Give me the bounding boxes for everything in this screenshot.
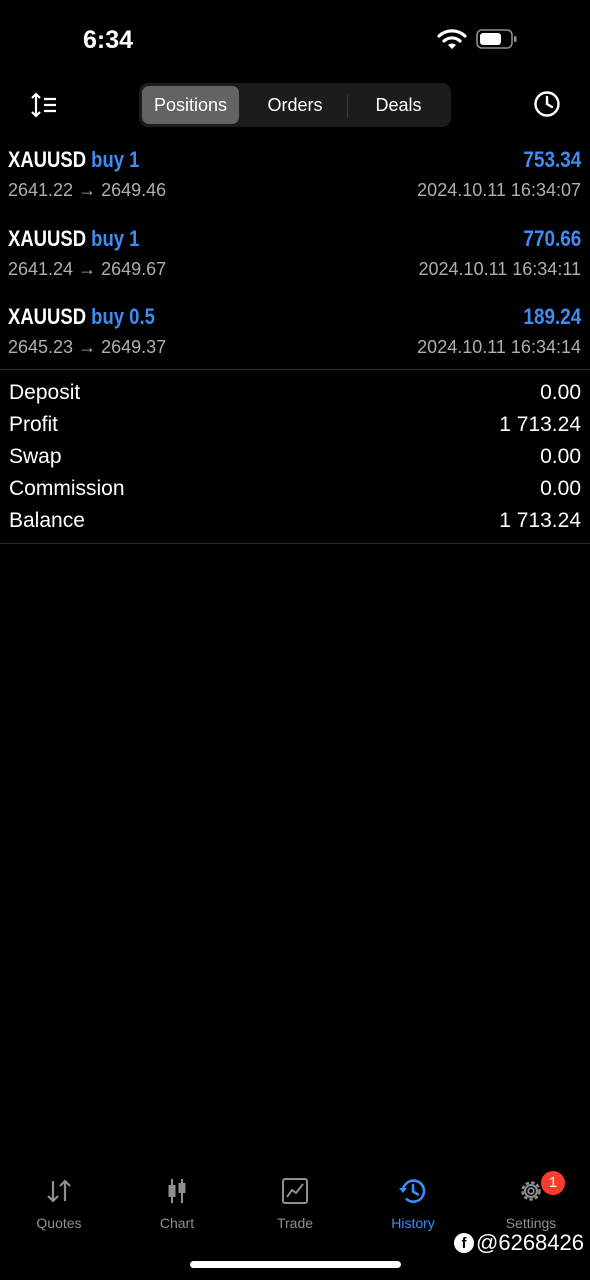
position-profit: 770.66 <box>523 226 581 251</box>
tab-trade[interactable]: Trade <box>236 1168 354 1238</box>
summary-value: 1 713.24 <box>499 509 581 532</box>
top-bar: Positions Orders Deals <box>0 80 590 130</box>
summary-value: 0.00 <box>540 477 581 500</box>
position-direction: buy 0.5 <box>91 304 155 329</box>
summary-label: Profit <box>9 413 59 436</box>
position-row[interactable]: XAUUSD buy 0.5 189.24 2645.23 → 2649.37 … <box>0 297 590 375</box>
position-profit: 753.34 <box>523 147 581 172</box>
position-profit: 189.24 <box>523 304 581 329</box>
position-symbol: XAUUSD <box>8 147 87 172</box>
tab-label: Chart <box>159 1215 195 1231</box>
quotes-icon <box>47 1179 71 1203</box>
clock-icon[interactable] <box>533 90 561 118</box>
segment-orders[interactable]: Orders <box>245 86 345 124</box>
position-title: XAUUSD buy 1 <box>8 147 139 173</box>
history-summary: Deposit 0.00 Profit 1 713.24 Swap 0.00 C… <box>0 369 590 544</box>
segment-divider <box>347 95 348 117</box>
position-symbol: XAUUSD <box>8 226 87 251</box>
history-segmented-control: Positions Orders Deals <box>139 83 451 127</box>
tab-history[interactable]: History <box>354 1168 472 1238</box>
position-row[interactable]: XAUUSD buy 1 753.34 2641.22 → 2649.46 20… <box>0 140 590 218</box>
status-time: 6:34 <box>83 26 134 54</box>
tab-label: Quotes <box>36 1215 82 1231</box>
summary-label: Balance <box>9 509 85 532</box>
position-title: XAUUSD buy 1 <box>8 226 139 252</box>
tab-label: Settings <box>505 1215 557 1231</box>
summary-value: 0.00 <box>540 445 581 468</box>
summary-row-commission: Commission 0.00 <box>0 473 590 505</box>
summary-value: 0.00 <box>540 381 581 404</box>
status-bar: 6:34 <box>0 0 590 80</box>
position-title: XAUUSD buy 0.5 <box>8 304 155 330</box>
tab-settings[interactable]: Settings <box>472 1168 590 1238</box>
position-prices: 2641.22 → 2649.46 <box>8 180 167 200</box>
position-direction: buy 1 <box>91 226 140 251</box>
summary-label: Deposit <box>9 381 81 404</box>
sort-icon[interactable] <box>30 92 58 118</box>
summary-label: Commission <box>9 477 125 500</box>
candlestick-chart-icon <box>168 1179 186 1203</box>
history-icon <box>399 1179 426 1203</box>
segment-deals[interactable]: Deals <box>349 86 448 124</box>
position-prices: 2645.23 → 2649.37 <box>8 337 167 357</box>
home-indicator[interactable] <box>190 1261 401 1268</box>
position-time: 2024.10.11 16:34:14 <box>417 337 581 357</box>
trade-chart-icon <box>282 1178 308 1204</box>
summary-label: Swap <box>9 445 62 468</box>
summary-row-swap: Swap 0.00 <box>0 441 590 473</box>
segment-positions[interactable]: Positions <box>142 86 239 124</box>
tab-quotes[interactable]: Quotes <box>0 1168 118 1238</box>
watermark-handle: @6268426 <box>476 1230 584 1255</box>
position-direction: buy 1 <box>91 147 140 172</box>
tab-chart[interactable]: Chart <box>118 1168 236 1238</box>
wifi-icon <box>437 29 467 49</box>
summary-value: 1 713.24 <box>499 413 581 436</box>
position-time: 2024.10.11 16:34:07 <box>417 180 581 200</box>
battery-icon <box>476 29 517 49</box>
tab-label: History <box>391 1215 435 1231</box>
position-symbol: XAUUSD <box>8 304 87 329</box>
position-prices: 2641.24 → 2649.67 <box>8 259 167 279</box>
watermark: f @6268426 <box>454 1230 584 1256</box>
position-time: 2024.10.11 16:34:11 <box>418 259 581 279</box>
facebook-icon: f <box>454 1233 475 1253</box>
settings-notification-badge: 1 <box>541 1171 565 1195</box>
position-row[interactable]: XAUUSD buy 1 770.66 2641.24 → 2649.67 20… <box>0 219 590 297</box>
tab-label: Trade <box>276 1215 314 1231</box>
summary-row-deposit: Deposit 0.00 <box>0 377 590 409</box>
summary-row-profit: Profit 1 713.24 <box>0 409 590 441</box>
summary-row-balance: Balance 1 713.24 <box>0 505 590 537</box>
